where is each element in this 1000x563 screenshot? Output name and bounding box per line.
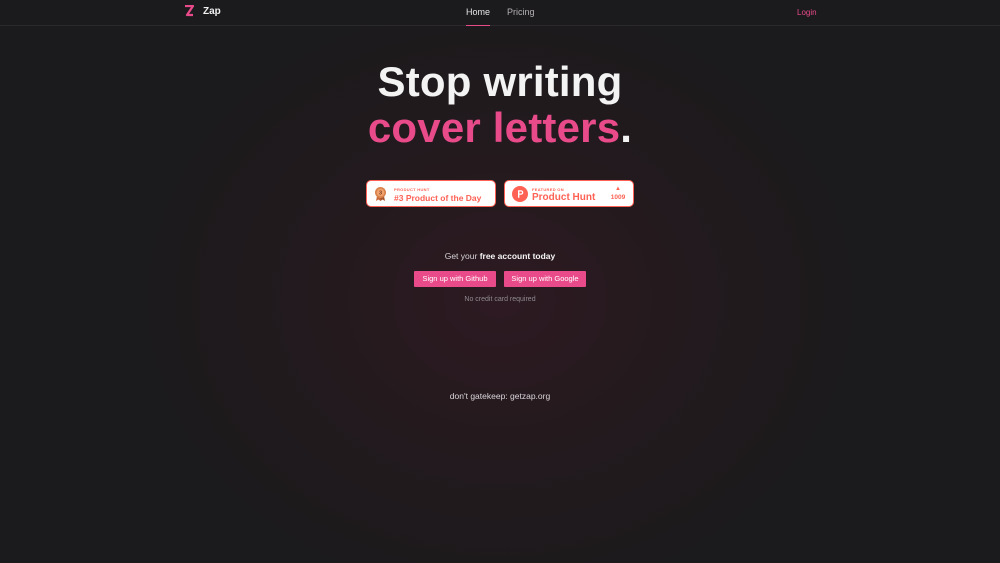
cta-lead: Get your (444, 251, 480, 261)
no-credit-card-note: No credit card required (464, 296, 536, 303)
brand[interactable]: Zap (184, 5, 221, 17)
product-hunt-logo-icon (512, 186, 528, 202)
featured-on-product-hunt-badge[interactable]: FEATURED ON Product Hunt ▲ 1009 (504, 180, 634, 207)
hero-title-line-2: cover letters. (0, 104, 1000, 152)
nav-links: Home Pricing (466, 0, 535, 26)
zap-logo-icon (185, 5, 194, 17)
hero-highlight: cover letters (367, 104, 621, 151)
login-link[interactable]: Login (797, 0, 817, 25)
cta-lead-bold: free account today (479, 251, 556, 261)
cta-heading: Get your free account today (0, 251, 1000, 261)
badge-kicker: PRODUCT HUNT (394, 187, 430, 192)
footer-tagline: don't gatekeep: getzap.org (449, 391, 551, 401)
upvote-count: 1009 (610, 194, 626, 201)
brand-name: Zap (203, 5, 221, 17)
upvote-counter: ▲ 1009 (609, 186, 627, 203)
hero-title-line-1: Stop writing (377, 58, 623, 105)
upvote-arrow-icon: ▲ (615, 186, 621, 192)
hero-period: . (620, 104, 633, 151)
badge-title: Product Hunt (532, 192, 596, 203)
sign-up-github-button[interactable]: Sign up with Github (414, 271, 496, 287)
medal-icon: 3 (375, 187, 386, 201)
svg-text:3: 3 (379, 191, 382, 197)
sign-up-google-button[interactable]: Sign up with Google (504, 271, 586, 287)
nav-link-home[interactable]: Home (466, 0, 491, 26)
product-of-the-day-badge[interactable]: 3 PRODUCT HUNT #3 Product of the Day (366, 180, 496, 207)
top-navbar: Zap Home Pricing Login (0, 0, 1000, 26)
nav-link-pricing[interactable]: Pricing (507, 0, 535, 25)
badge-title: #3 Product of the Day (394, 193, 482, 203)
